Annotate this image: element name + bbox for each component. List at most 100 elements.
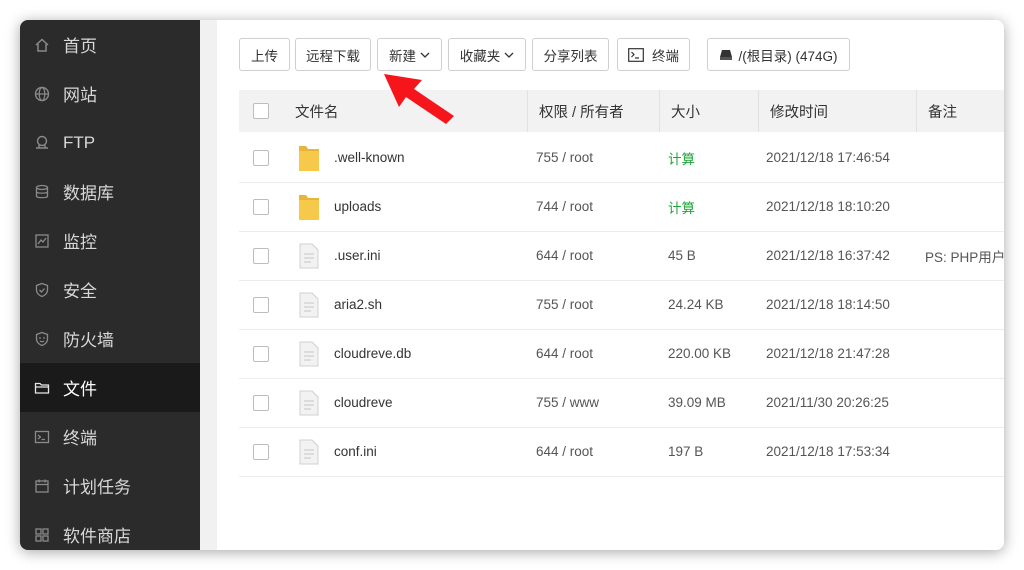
calculate-size-link[interactable]: 计算 [668,133,695,182]
sidebar-item-ftp[interactable]: FTP [20,118,200,167]
file-name-link[interactable]: cloudreve.db [334,329,411,378]
file-remark[interactable]: PS: PHP用户配 [925,231,1004,280]
favorites-dropdown-button[interactable]: 收藏夹 [448,38,526,71]
file-name-link[interactable]: uploads [334,182,381,231]
file-icon [299,427,319,476]
row-checkbox[interactable] [253,427,269,476]
favorites-button-label: 收藏夹 [459,48,501,64]
sidebar-item-label: 安全 [63,282,97,301]
folder-icon [297,133,321,182]
sidebar-item-home[interactable]: 首页 [20,20,200,69]
sidebar-item-files[interactable]: 文件 [20,363,200,412]
calculate-size-link[interactable]: 计算 [668,182,695,231]
chevron-down-icon [504,52,514,58]
sidebar-item-label: 首页 [63,37,97,56]
sidebar-item-label: FTP [63,132,96,152]
terminal-icon [628,47,644,62]
row-checkbox[interactable] [253,378,269,427]
column-header-permission[interactable]: 权限 / 所有者 [527,90,659,132]
file-permission[interactable]: 644 / root [536,231,593,280]
table-row[interactable]: aria2.sh 755 / root 24.24 KB 2021/12/18 … [239,280,1004,330]
column-header-size[interactable]: 大小 [659,90,758,132]
column-header-modified[interactable]: 修改时间 [758,90,916,132]
sidebar-item-security[interactable]: 安全 [20,265,200,314]
sidebar-item-website[interactable]: 网站 [20,69,200,118]
file-icon [299,329,319,378]
globe-icon [34,86,50,102]
row-checkbox[interactable] [253,182,269,231]
file-permission[interactable]: 755 / www [536,378,599,427]
column-header-remark[interactable]: 备注 [916,90,1004,132]
table-row[interactable]: cloudreve 755 / www 39.09 MB 2021/11/30 … [239,378,1004,428]
sidebar-item-firewall[interactable]: 防火墙 [20,314,200,363]
sidebar-item-label: 文件 [63,380,97,399]
terminal-icon [34,429,50,445]
app-window: 首页 网站 FTP 数据库 监控 安全 防火墙 文件 终端 计划任务 软件商店 … [20,20,1004,550]
row-checkbox[interactable] [253,280,269,329]
file-modified-time: 2021/11/30 20:26:25 [766,395,889,410]
file-permission[interactable]: 644 / root [536,427,593,476]
annotation-arrow-icon [384,74,454,124]
monitor-icon [34,233,50,249]
upload-button[interactable]: 上传 [239,38,290,71]
sidebar-item-label: 网站 [63,86,97,105]
table-row[interactable]: conf.ini 644 / root 197 B 2021/12/18 17:… [239,427,1004,477]
file-icon [299,378,319,427]
row-checkbox[interactable] [253,231,269,280]
file-permission[interactable]: 744 / root [536,182,593,231]
table-row[interactable]: .user.ini 644 / root 45 B 2021/12/18 16:… [239,231,1004,281]
file-permission[interactable]: 755 / root [536,133,593,182]
file-modified-time: 2021/12/18 21:47:28 [766,346,890,361]
database-icon [34,184,50,200]
table-row[interactable]: cloudreve.db 644 / root 220.00 KB 2021/1… [239,329,1004,379]
shield-icon [34,282,50,298]
sidebar-item-label: 终端 [63,429,97,448]
file-size: 24.24 KB [668,297,724,312]
file-size: 197 B [668,444,704,459]
row-checkbox[interactable] [253,329,269,378]
folder-icon [34,380,50,396]
file-name-link[interactable]: .user.ini [334,231,381,280]
disk-icon [719,49,733,61]
sidebar-item-label: 数据库 [63,184,114,203]
file-icon [299,280,319,329]
file-name-link[interactable]: conf.ini [334,427,377,476]
file-modified-time: 2021/12/18 17:46:54 [766,150,890,165]
folder-icon [297,182,321,231]
terminal-button-label: 终端 [652,48,679,64]
sidebar: 首页 网站 FTP 数据库 监控 安全 防火墙 文件 终端 计划任务 软件商店 [20,20,200,550]
table-header: 文件名 权限 / 所有者 大小 修改时间 备注 [239,90,1004,132]
share-list-button[interactable]: 分享列表 [532,38,609,71]
file-size: 39.09 MB [668,395,726,410]
file-name-link[interactable]: cloudreve [334,378,393,427]
new-button-label: 新建 [389,48,416,64]
sidebar-item-database[interactable]: 数据库 [20,167,200,216]
home-icon [34,37,50,53]
table-row[interactable]: .well-known 755 / root 计算 2021/12/18 17:… [239,133,1004,183]
disk-path-label: /(根目录) (474G) [738,48,838,64]
terminal-button[interactable]: 终端 [617,38,690,71]
disk-path-button[interactable]: /(根目录) (474G) [707,38,850,71]
new-dropdown-button[interactable]: 新建 [377,38,442,71]
sidebar-item-appstore[interactable]: 软件商店 [20,510,200,550]
file-name-link[interactable]: aria2.sh [334,280,382,329]
table-row[interactable]: uploads 744 / root 计算 2021/12/18 18:10:2… [239,182,1004,232]
file-permission[interactable]: 644 / root [536,329,593,378]
file-name-link[interactable]: .well-known [334,133,405,182]
remote-download-button[interactable]: 远程下载 [295,38,371,71]
file-size: 220.00 KB [668,346,732,361]
select-all-checkbox[interactable] [253,90,269,132]
chevron-down-icon [420,52,430,58]
sidebar-item-label: 防火墙 [63,331,114,350]
ftp-icon [34,135,50,151]
file-permission[interactable]: 755 / root [536,280,593,329]
file-modified-time: 2021/12/18 17:53:34 [766,444,890,459]
file-manager: 上传 远程下载 新建 收藏夹 分享列表 终端 /(根目录) (474G) 文件名… [217,20,1004,550]
sidebar-item-terminal[interactable]: 终端 [20,412,200,461]
file-modified-time: 2021/12/18 18:14:50 [766,297,890,312]
calendar-icon [34,478,50,494]
sidebar-item-monitor[interactable]: 监控 [20,216,200,265]
row-checkbox[interactable] [253,133,269,182]
sidebar-item-cron[interactable]: 计划任务 [20,461,200,510]
file-icon [299,231,319,280]
